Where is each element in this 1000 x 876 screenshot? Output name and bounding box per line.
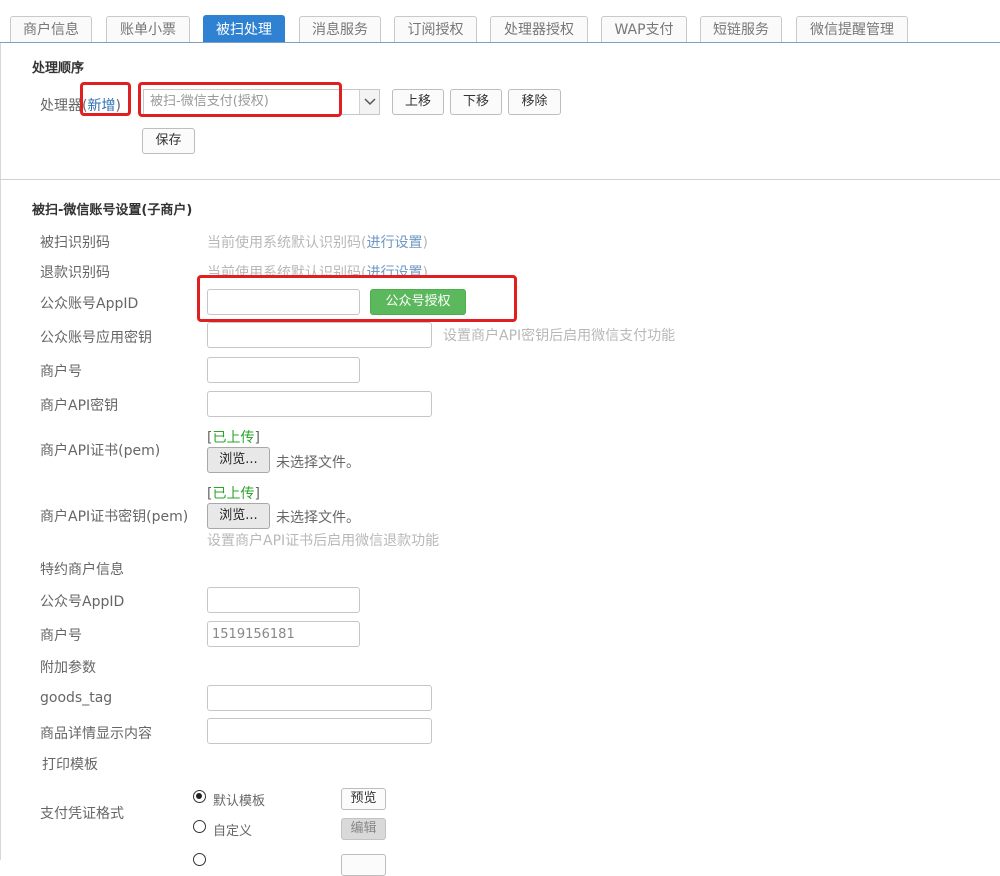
api-key-label: 商户API密钥 [40,398,119,414]
special-merchant-label: 商户号 [40,628,82,644]
highlight-add-link [80,82,131,116]
goods-tag-input[interactable] [207,685,432,711]
special-appid-input[interactable] [207,587,360,613]
tab-message-service[interactable]: 消息服务 [299,16,381,42]
cert-key-browse-button[interactable]: 浏览... [207,503,270,529]
scan-code-settings-link[interactable]: 进行设置 [366,235,422,251]
print-template-heading: 打印模板 [42,757,98,773]
cert-key-label: 商户API证书密钥(pem) [40,509,189,525]
cert-key-no-file: 未选择文件。 [276,510,360,526]
default-template-radio[interactable] [193,790,206,803]
cert-browse-button[interactable]: 浏览... [207,447,270,473]
chevron-down-icon[interactable] [359,90,379,114]
app-secret-hint: 设置商户API密钥后启用微信支付功能 [443,328,676,344]
next-row-button[interactable] [341,854,386,876]
merchant-no-input[interactable] [207,357,360,383]
custom-template-label: 自定义 [213,824,253,839]
appid-input[interactable] [207,289,360,315]
processor-label-text: 处理器 [40,98,82,114]
tab-wechat-reminder[interactable]: 微信提醒管理 [796,16,908,42]
move-up-button[interactable]: 上移 [392,89,444,115]
tab-processor-auth[interactable]: 处理器授权 [490,16,588,42]
tab-scan-processing[interactable]: 被扫处理 [203,15,285,43]
special-appid-label: 公众号AppID [40,594,125,610]
preview-button[interactable]: 预览 [341,788,386,810]
special-merchant-heading: 特约商户信息 [40,562,124,578]
tab-wap-pay[interactable]: WAP支付 [601,16,687,42]
cert-status-text: 已上传 [212,430,255,446]
api-key-input[interactable] [207,391,432,417]
scan-code-hint-text: 当前使用系统默认识别码 [207,235,361,251]
cert-key-hint: 设置商户API证书后启用微信退款功能 [207,533,440,549]
goods-tag-label: goods_tag [40,690,113,706]
wechat-heading: 被扫-微信账号设置(子商户) [32,203,193,218]
scan-code-label: 被扫识别码 [40,235,110,251]
special-merchant-input[interactable] [207,621,360,647]
section-divider [0,179,1000,180]
detail-content-input[interactable] [207,718,432,744]
move-down-button[interactable]: 下移 [450,89,502,115]
extra-params-heading: 附加参数 [40,660,96,676]
default-template-label: 默认模板 [213,794,266,809]
cert-key-status: [已上传] [207,486,260,502]
app-secret-input[interactable] [207,322,432,348]
authorize-button[interactable]: 公众号授权 [370,289,466,315]
tab-short-link[interactable]: 短链服务 [700,16,782,42]
cert-no-file: 未选择文件。 [276,455,360,471]
voucher-format-label: 支付凭证格式 [40,806,124,822]
tab-bill-receipt[interactable]: 账单小票 [106,16,190,42]
remove-button[interactable]: 移除 [508,89,561,115]
tab-underline [0,42,1000,43]
cert-status: [已上传] [207,430,260,446]
edit-button[interactable]: 编辑 [341,818,386,840]
merchant-no-label: 商户号 [40,364,82,380]
appid-label: 公众账号AppID [40,296,139,312]
tab-subscription-auth[interactable]: 订阅授权 [394,16,477,42]
detail-content-label: 商品详情显示内容 [40,726,152,742]
save-button[interactable]: 保存 [142,128,195,154]
cert-key-status-text: 已上传 [212,486,255,502]
tab-merchant-info[interactable]: 商户信息 [10,16,92,42]
tab-bar: 商户信息 账单小票 被扫处理 消息服务 订阅授权 处理器授权 WAP支付 短链服… [0,0,1000,44]
scan-code-hint: 当前使用系统默认识别码(进行设置) [207,235,428,251]
refund-code-label: 退款识别码 [40,265,110,281]
custom-template-radio[interactable] [193,820,206,833]
highlight-processor-select [138,82,342,117]
app-secret-label: 公众账号应用密钥 [40,330,152,346]
order-heading: 处理顺序 [32,61,85,76]
cert-label: 商户API证书(pem) [40,443,161,459]
content-left-border [0,43,1,860]
